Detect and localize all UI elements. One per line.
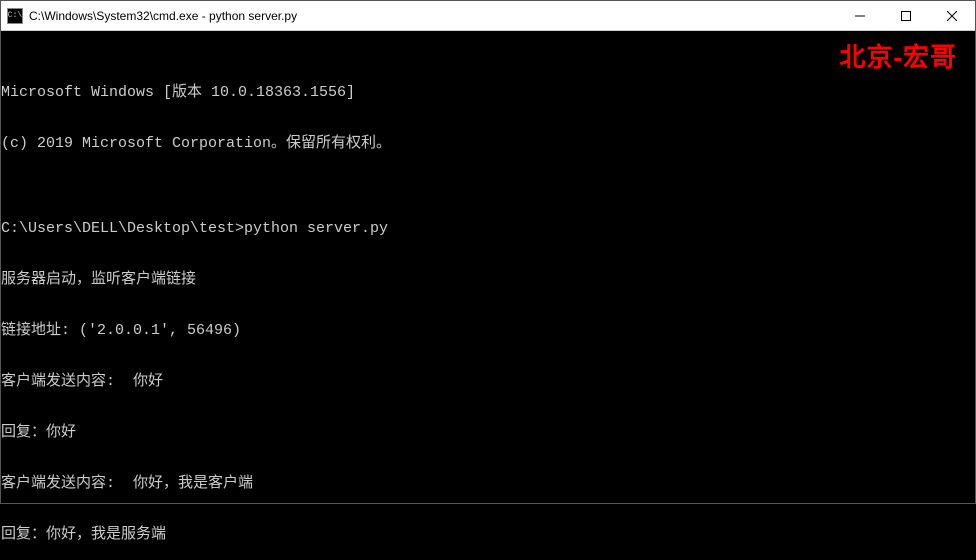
minimize-icon: [855, 11, 865, 21]
cmd-icon: C:\: [7, 8, 23, 24]
close-button[interactable]: [929, 1, 975, 30]
window-titlebar: C:\ C:\Windows\System32\cmd.exe - python…: [1, 1, 975, 31]
terminal-line: 回复：你好，我是服务端: [1, 526, 975, 543]
terminal-line: 客户端发送内容: 你好: [1, 373, 975, 390]
close-icon: [947, 11, 957, 21]
terminal-line: (c) 2019 Microsoft Corporation。保留所有权利。: [1, 135, 975, 152]
terminal-line: 链接地址: ('2.0.0.1', 56496): [1, 322, 975, 339]
terminal-line: 回复：你好: [1, 424, 975, 441]
window-title: C:\Windows\System32\cmd.exe - python ser…: [29, 9, 837, 23]
maximize-icon: [901, 11, 911, 21]
terminal-output[interactable]: 北京-宏哥 Microsoft Windows [版本 10.0.18363.1…: [1, 31, 975, 560]
terminal-line: 服务器启动，监听客户端链接: [1, 271, 975, 288]
maximize-button[interactable]: [883, 1, 929, 30]
minimize-button[interactable]: [837, 1, 883, 30]
terminal-line: 客户端发送内容: 你好，我是客户端: [1, 475, 975, 492]
terminal-line: Microsoft Windows [版本 10.0.18363.1556]: [1, 84, 975, 101]
cmd-icon-text: C:\: [8, 11, 22, 20]
window-controls: [837, 1, 975, 30]
watermark-text: 北京-宏哥: [839, 49, 957, 66]
terminal-line: C:\Users\DELL\Desktop\test>python server…: [1, 220, 975, 237]
